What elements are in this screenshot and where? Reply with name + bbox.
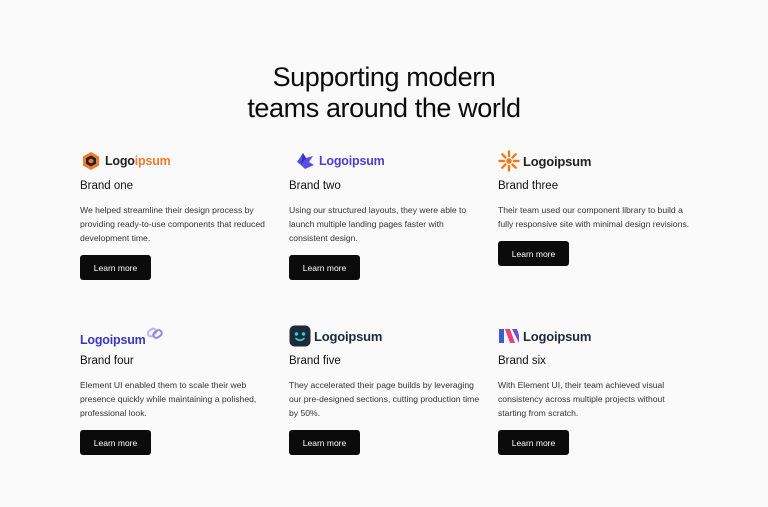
brand-six-logo-text: Logoipsum [523, 328, 592, 344]
headline-line-1: Supporting modern [272, 62, 496, 92]
sunburst-logo-icon [498, 150, 520, 172]
brand-three-description: Their team used our component library to… [498, 205, 690, 229]
robot-face-logo-icon [289, 325, 311, 347]
brand-four-description: Element UI enabled them to scale their w… [80, 380, 257, 418]
brand-two-logo: Logoipsum [289, 149, 385, 173]
brand-six-learn-more-button[interactable]: Learn more [498, 430, 569, 455]
brand-one-description: We helped streamline their design proces… [80, 205, 265, 243]
headline-line-2: teams around the world [247, 93, 521, 123]
brand-three-title: Brand three [498, 180, 559, 192]
brand-one-logo-text: Logoipsum [105, 154, 171, 168]
brand-five-logo-text: Logoipsum [314, 328, 383, 344]
bird-logo-icon [294, 150, 316, 172]
brand-four-title: Brand four [80, 355, 134, 367]
brand-one-title: Brand one [80, 180, 134, 192]
brand-five-description: They accelerated their page builds by le… [289, 380, 480, 418]
brand-five-logo: Logoipsum [289, 324, 382, 348]
brand-two-logo-text: Logoipsum [319, 154, 385, 168]
stripes-logo-icon [498, 325, 520, 347]
hexagon-logo-icon [80, 150, 102, 172]
brand-three-learn-more-button[interactable]: Learn more [498, 241, 569, 266]
brand-four-logo: Logoipsum [80, 325, 169, 349]
brand-one-learn-more-button[interactable]: Learn more [80, 255, 151, 280]
brand-four-logo-text: Logoipsum [80, 333, 146, 347]
brand-six-logo: Logoipsum [498, 324, 591, 348]
brand-two-description: Using our structured layouts, they were … [289, 205, 467, 243]
brand-three-logo: Logoipsum [498, 149, 591, 173]
brand-six-description: With Element UI, their team achieved vis… [498, 380, 665, 418]
brand-five-title: Brand five [289, 355, 341, 367]
brand-three-logo-text: Logoipsum [523, 153, 592, 169]
brand-one-logo: Logoipsum [80, 149, 171, 173]
page-headline: Supporting modern teams around the world [0, 62, 768, 124]
chain-logo-icon [144, 322, 166, 344]
brand-two-title: Brand two [289, 180, 341, 192]
brand-two-learn-more-button[interactable]: Learn more [289, 255, 360, 280]
brand-six-title: Brand six [498, 355, 546, 367]
brand-four-learn-more-button[interactable]: Learn more [80, 430, 151, 455]
brand-five-learn-more-button[interactable]: Learn more [289, 430, 360, 455]
